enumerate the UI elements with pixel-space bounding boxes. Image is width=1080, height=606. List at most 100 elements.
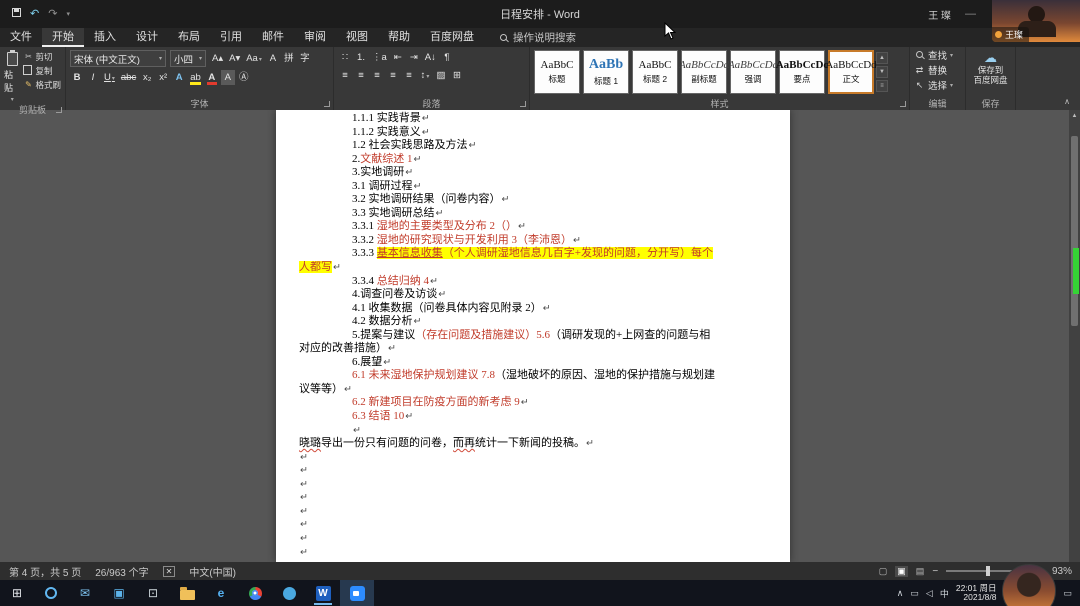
style-item[interactable]: AaBbCcDd副标题 xyxy=(681,50,727,94)
collapse-ribbon-icon[interactable]: ∧ xyxy=(1064,97,1070,106)
doc-line[interactable]: 4.1 收集数据（问卷具体内容见附录 2）↵ xyxy=(299,302,770,316)
doc-line[interactable]: 3.3 实地调研总结↵ xyxy=(299,207,770,221)
save-to-baidu-button[interactable]: ☁ 保存到 百度网盘 xyxy=(973,50,1007,96)
multilevel-list-button[interactable]: ⋮a xyxy=(370,50,389,65)
sort-button[interactable]: A↓ xyxy=(423,50,438,65)
style-item[interactable]: AaBbCcDc要点 xyxy=(779,50,825,94)
scroll-up-icon[interactable]: ▲ xyxy=(1069,110,1080,122)
align-center-button[interactable]: ≡ xyxy=(354,68,368,83)
minimize-icon[interactable]: — xyxy=(965,9,976,20)
font-name-select[interactable]: 宋体 (中文正文) ▾ xyxy=(70,50,166,67)
phonetic-guide-button[interactable]: 拼 xyxy=(282,51,296,66)
doc-line[interactable]: 3.3.2 湿地的研究现状与开发利用 3（李沛恩）↵ xyxy=(299,234,770,248)
doc-line[interactable]: 6.2 新建项目在防疫方面的新考虑 9↵ xyxy=(299,396,770,410)
line-spacing-button[interactable]: ↕▾ xyxy=(418,68,432,83)
doc-line[interactable]: 3.2 实地调研结果（问卷内容）↵ xyxy=(299,193,770,207)
underline-button[interactable]: U▾ xyxy=(102,70,117,85)
grow-font-button[interactable]: A▴ xyxy=(210,51,225,66)
store-icon[interactable]: ⊡ xyxy=(136,580,170,606)
doc-line[interactable]: ↵ xyxy=(299,451,770,465)
web-layout-icon[interactable]: ▤ xyxy=(916,566,925,577)
tab-design[interactable]: 设计 xyxy=(126,28,168,47)
tab-baidu-netdisk[interactable]: 百度网盘 xyxy=(420,28,484,47)
customize-qat-caret-icon[interactable]: ▾ xyxy=(66,11,70,18)
qq-icon[interactable] xyxy=(272,580,306,606)
doc-line[interactable]: ↵ xyxy=(299,505,770,519)
print-layout-icon[interactable]: ▣ xyxy=(895,566,908,577)
tell-me-search[interactable]: 操作说明搜索 xyxy=(500,28,576,47)
tab-view[interactable]: 视图 xyxy=(336,28,378,47)
replace-button[interactable]: ⇄替换 xyxy=(914,63,961,77)
style-item[interactable]: AaBbCcDd强调 xyxy=(730,50,776,94)
copy-button[interactable]: 复制 xyxy=(23,64,61,77)
text-effects-button[interactable]: A xyxy=(172,70,186,85)
tab-home[interactable]: 开始 xyxy=(42,28,84,47)
save-icon[interactable] xyxy=(12,8,21,20)
tab-references[interactable]: 引用 xyxy=(210,28,252,47)
subscript-button[interactable]: x₂ xyxy=(140,70,154,85)
character-border-button[interactable]: 字 xyxy=(298,51,312,66)
format-painter-button[interactable]: ✎ 格式刷 xyxy=(23,78,61,91)
doc-line[interactable]: 人都写↵ xyxy=(299,261,770,275)
action-center-icon[interactable]: ▭ xyxy=(1063,588,1072,599)
file-explorer-icon[interactable] xyxy=(170,580,204,606)
show-formatting-marks-button[interactable]: ¶ xyxy=(440,50,454,65)
doc-line[interactable]: 3.3.4 总结归纳 4↵ xyxy=(299,275,770,289)
doc-line[interactable]: ↵ xyxy=(299,464,770,478)
font-dialog-launcher[interactable] xyxy=(324,101,330,107)
doc-line[interactable]: 晓璐导出一份只有问题的问卷，而再统计一下新闻的投稿。↵ xyxy=(299,437,770,451)
tencent-meeting-icon[interactable] xyxy=(340,580,374,606)
doc-line[interactable]: ↵ xyxy=(299,546,770,560)
vertical-scrollbar[interactable]: ▲ xyxy=(1069,110,1080,562)
style-item[interactable]: AaBbC标题 2 xyxy=(632,50,678,94)
justify-button[interactable]: ≡ xyxy=(386,68,400,83)
tab-file[interactable]: 文件 xyxy=(0,28,42,47)
start-button[interactable]: ⊞ xyxy=(0,580,34,606)
edge-icon[interactable]: e xyxy=(204,580,238,606)
font-size-select[interactable]: 小四 ▾ xyxy=(170,50,206,67)
page[interactable]: 1.1.1 实践背景↵1.1.2 实践意义↵1.2 社会实践思路及方法↵2.文献… xyxy=(276,110,790,562)
italic-button[interactable]: I xyxy=(86,70,100,85)
word-count[interactable]: 26/963 个字 xyxy=(95,564,148,579)
doc-line[interactable]: 3.3.3 基本信息收集（个人调研湿地信息几百字+发现的问题，分开写）每个 xyxy=(299,247,770,261)
cortana-icon[interactable] xyxy=(34,580,68,606)
page-indicator[interactable]: 第 4 页，共 5 页 xyxy=(9,564,81,579)
clear-formatting-button[interactable]: A xyxy=(266,51,280,66)
style-item[interactable]: AaBb标题 1 xyxy=(583,50,629,94)
mail-icon[interactable]: ✉ xyxy=(68,580,102,606)
doc-line[interactable]: 对应的改善措施）↵ xyxy=(299,342,770,356)
photos-icon[interactable]: ▣ xyxy=(102,580,136,606)
select-button[interactable]: ↖选择▾ xyxy=(914,78,961,92)
bullets-button[interactable]: ∷ xyxy=(338,50,352,65)
styles-gallery-more-icon[interactable]: ≡ xyxy=(876,80,888,92)
tab-insert[interactable]: 插入 xyxy=(84,28,126,47)
strikethrough-button[interactable]: abc xyxy=(119,70,138,85)
doc-line[interactable]: 4.2 数据分析↵ xyxy=(299,315,770,329)
doc-line[interactable]: 4.调查问卷及访谈↵ xyxy=(299,288,770,302)
styles-scroll-down-icon[interactable]: ▼ xyxy=(876,66,888,78)
proofing-error-icon[interactable]: ✕ xyxy=(163,566,176,577)
font-color-button[interactable]: A xyxy=(205,70,219,85)
doc-line[interactable]: 1.1.1 实践背景↵ xyxy=(299,112,770,126)
character-shading-button[interactable]: A xyxy=(221,70,235,85)
hidden-icons-chevron[interactable]: ∧ xyxy=(897,588,904,599)
doc-line[interactable]: ↵ xyxy=(299,478,770,492)
doc-line[interactable]: 2.文献综述 1↵ xyxy=(299,153,770,167)
tab-help[interactable]: 帮助 xyxy=(378,28,420,47)
paragraph-dialog-launcher[interactable] xyxy=(520,101,526,107)
doc-line[interactable]: 3.3.1 湿地的主要类型及分布 2（）↵ xyxy=(299,220,770,234)
increase-indent-button[interactable]: ⇥ xyxy=(407,50,421,65)
ime-mode-indicator[interactable]: 中 xyxy=(940,587,949,600)
numbering-button[interactable]: 1. xyxy=(354,50,368,65)
find-button[interactable]: 查找▾ xyxy=(914,48,961,62)
read-mode-icon[interactable]: ▢ xyxy=(879,566,888,577)
style-item[interactable]: AaBbCcDd正文 xyxy=(828,50,874,94)
chrome-icon[interactable] xyxy=(238,580,272,606)
change-case-button[interactable]: Aa▾ xyxy=(244,51,264,66)
word-icon[interactable]: W xyxy=(306,580,340,606)
doc-line[interactable]: ↵ xyxy=(299,491,770,505)
doc-line[interactable]: 6.展望↵ xyxy=(299,356,770,370)
doc-line[interactable]: 3.实地调研↵ xyxy=(299,166,770,180)
align-right-button[interactable]: ≡ xyxy=(370,68,384,83)
doc-line[interactable]: 6.3 结语 10↵ xyxy=(299,410,770,424)
